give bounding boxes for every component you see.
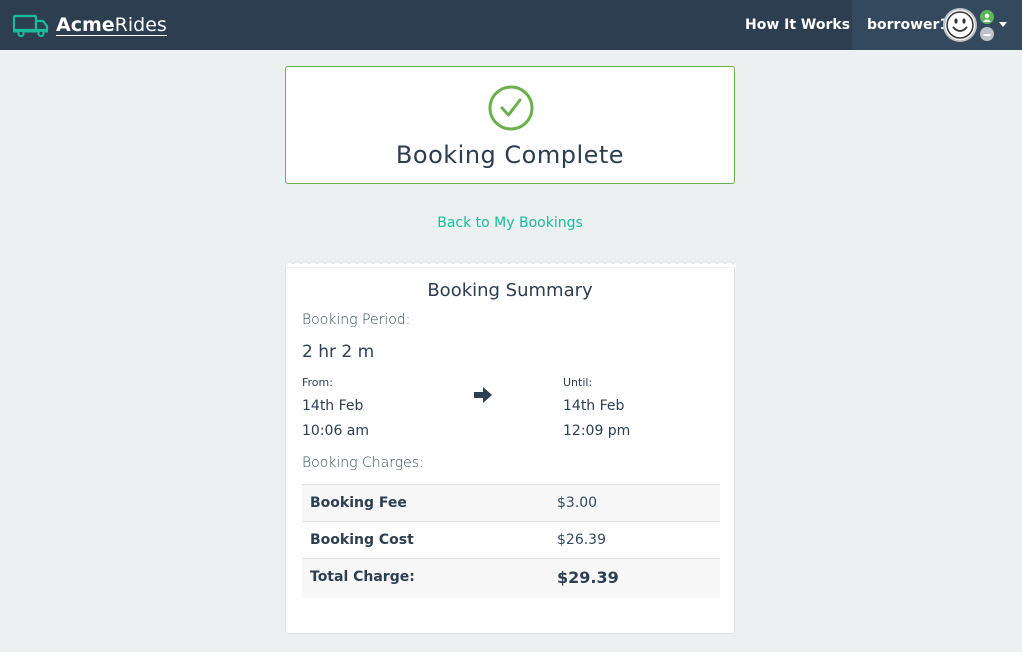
navbar: Acme Rides How It Works borrower1 bbox=[0, 0, 1022, 50]
total-charge-label: Total Charge: bbox=[310, 569, 415, 585]
charge-value: $26.39 bbox=[557, 532, 606, 548]
chevron-down-icon[interactable] bbox=[999, 22, 1007, 27]
back-to-bookings-link[interactable]: Back to My Bookings bbox=[285, 213, 735, 233]
how-it-works-link[interactable]: How It Works bbox=[745, 15, 850, 35]
username: borrower1 bbox=[867, 17, 950, 33]
from-date: 14th Feb bbox=[302, 398, 364, 414]
total-charge-value: $29.39 bbox=[557, 568, 619, 587]
booking-summary-title: Booking Summary bbox=[427, 280, 593, 301]
brand-name: Acme Rides bbox=[56, 14, 167, 36]
check-circle-icon bbox=[488, 85, 534, 135]
booking-period-label: Booking Period: bbox=[302, 312, 411, 328]
table-row: Booking Fee $3.00 bbox=[302, 484, 720, 521]
receipt-edge bbox=[285, 261, 737, 268]
secondary-badge-icon bbox=[980, 27, 994, 41]
booking-period-value: 2 hr 2 m bbox=[302, 342, 375, 362]
until-time: 12:09 pm bbox=[563, 423, 631, 439]
charge-name: Booking Cost bbox=[310, 532, 414, 548]
avatar-icon bbox=[943, 8, 977, 42]
booking-complete-panel: Booking Complete bbox=[285, 66, 735, 184]
until-label: Until: bbox=[563, 376, 593, 389]
total-row: Total Charge: $29.39 bbox=[302, 558, 720, 598]
from-label: From: bbox=[302, 376, 333, 389]
brand-name-bold: Acme bbox=[56, 13, 115, 36]
truck-icon bbox=[12, 13, 50, 37]
user-menu[interactable]: borrower1 bbox=[852, 0, 1022, 50]
booking-complete-title: Booking Complete bbox=[395, 141, 625, 169]
brand-logo-link[interactable]: Acme Rides bbox=[12, 12, 167, 38]
charge-value: $3.00 bbox=[557, 495, 598, 511]
booking-charges-label: Booking Charges: bbox=[302, 455, 424, 471]
until-date: 14th Feb bbox=[563, 398, 625, 414]
user-status-icon bbox=[980, 10, 994, 24]
arrow-right-icon bbox=[473, 386, 493, 408]
table-row: Booking Cost $26.39 bbox=[302, 521, 720, 558]
brand-name-light: Rides bbox=[114, 13, 167, 36]
charges-table: Booking Fee $3.00 Booking Cost $26.39 To… bbox=[302, 484, 720, 598]
booking-summary-card: Booking Summary Booking Period: 2 hr 2 m… bbox=[285, 261, 737, 634]
charge-name: Booking Fee bbox=[310, 495, 407, 511]
from-time: 10:06 am bbox=[302, 423, 370, 439]
